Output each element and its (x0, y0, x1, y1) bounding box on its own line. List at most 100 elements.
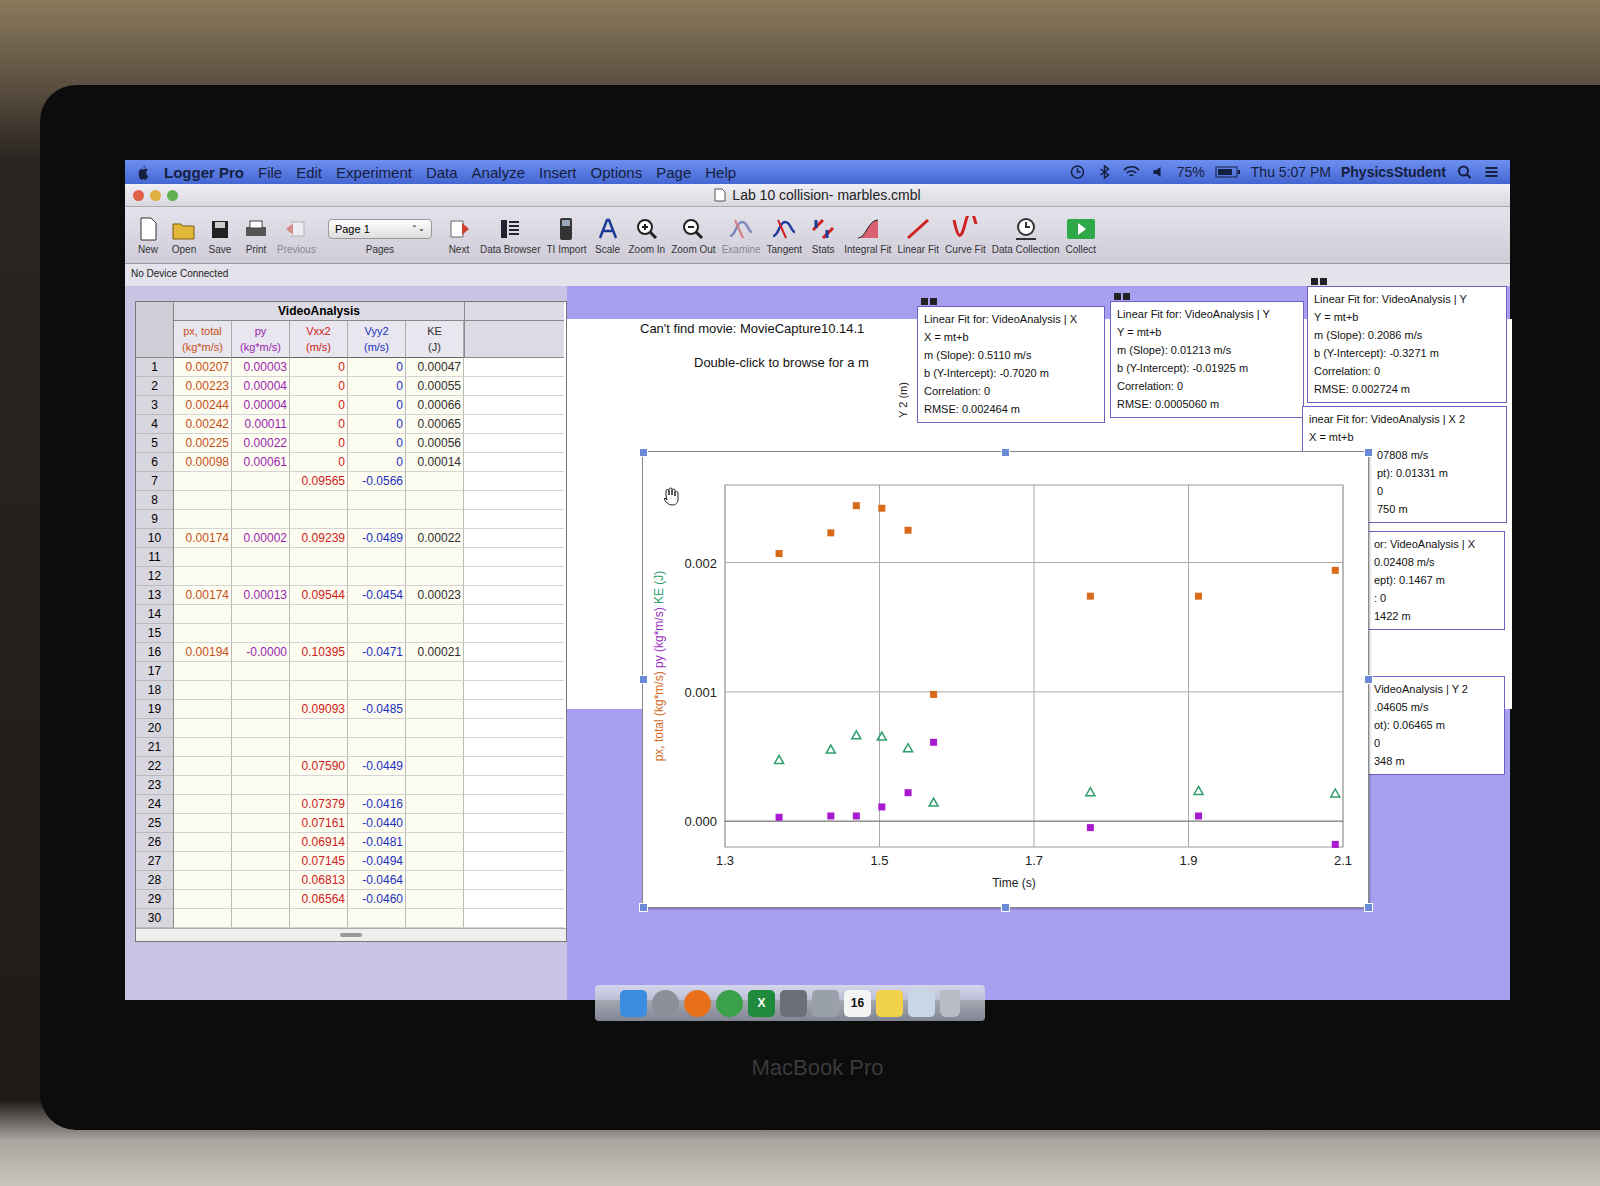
table-cell[interactable] (174, 909, 232, 928)
table-cell[interactable]: -0.0566 (348, 472, 406, 491)
table-cell[interactable] (232, 776, 290, 795)
table-cell[interactable]: 0 (290, 358, 348, 377)
table-cell[interactable]: 0 (348, 415, 406, 434)
clock-icon[interactable] (1069, 164, 1086, 180)
table-cell[interactable]: -0.0471 (348, 643, 406, 662)
resize-handle[interactable] (639, 903, 648, 912)
menu-clock[interactable]: Thu 5:07 PM (1251, 164, 1331, 180)
row-number[interactable]: 7 (136, 472, 174, 491)
row-number[interactable]: 11 (136, 548, 174, 567)
table-cell[interactable]: 0.07590 (290, 757, 348, 776)
list-icon[interactable] (1483, 164, 1500, 180)
menu-item[interactable]: Insert (539, 164, 577, 181)
search-icon[interactable] (1456, 164, 1473, 180)
table-cell[interactable]: 0.00194 (174, 643, 232, 662)
table-cell[interactable] (174, 776, 232, 795)
toolbar-button[interactable]: Open (169, 216, 199, 255)
table-cell[interactable]: 0.00022 (406, 529, 464, 548)
table-cell[interactable] (348, 491, 406, 510)
toolbar-button[interactable]: Page 1⌃⌄Pages (328, 216, 432, 255)
table-cell[interactable] (174, 605, 232, 624)
drag-handle[interactable] (1311, 278, 1327, 285)
hand-icon[interactable] (664, 488, 678, 505)
row-number[interactable]: 17 (136, 662, 174, 681)
page-select[interactable]: Page 1⌃⌄ (328, 219, 432, 239)
toolbar-button[interactable]: Scale (593, 216, 623, 255)
table-cell[interactable] (406, 567, 464, 586)
table-cell[interactable] (232, 548, 290, 567)
data-point[interactable] (776, 550, 783, 557)
app-menu[interactable]: Logger Pro (164, 164, 244, 181)
data-point[interactable] (826, 745, 835, 753)
volume-icon[interactable] (1150, 164, 1167, 180)
table-cell[interactable] (348, 776, 406, 795)
table-cell[interactable] (290, 738, 348, 757)
table-cell[interactable]: 0.00098 (174, 453, 232, 472)
resize-handle[interactable] (1364, 903, 1373, 912)
table-cell[interactable] (406, 776, 464, 795)
table-cell[interactable] (290, 719, 348, 738)
table-cell[interactable] (406, 548, 464, 567)
table-cell[interactable]: -0.0481 (348, 833, 406, 852)
table-cell[interactable] (174, 491, 232, 510)
table-cell[interactable] (348, 681, 406, 700)
table-cell[interactable] (174, 624, 232, 643)
data-point[interactable] (878, 803, 885, 810)
resize-handle[interactable] (639, 448, 648, 457)
table-cell[interactable] (348, 605, 406, 624)
table-cell[interactable] (174, 567, 232, 586)
row-number[interactable]: 6 (136, 453, 174, 472)
table-cell[interactable]: 0.00174 (174, 529, 232, 548)
table-cell[interactable]: -0.0464 (348, 871, 406, 890)
row-number[interactable]: 3 (136, 396, 174, 415)
data-point[interactable] (929, 798, 938, 806)
row-number[interactable]: 9 (136, 510, 174, 529)
resize-handle[interactable] (639, 675, 648, 684)
table-cell[interactable] (406, 852, 464, 871)
square-icon[interactable] (780, 990, 807, 1017)
square-icon[interactable] (908, 990, 935, 1017)
data-point[interactable] (1195, 812, 1202, 819)
apple-icon[interactable] (135, 164, 150, 181)
fit-box[interactable]: Linear Fit for: VideoAnalysis | XX = mt+… (917, 306, 1105, 423)
table-cell[interactable]: 0.07161 (290, 814, 348, 833)
data-point[interactable] (853, 812, 860, 819)
movie-hint[interactable]: Double-click to browse for a m (694, 355, 869, 370)
fit-box[interactable]: or: VideoAnalysis | X0.02408 m/sept): 0.… (1367, 531, 1505, 630)
table-cell[interactable] (232, 757, 290, 776)
toolbar-button[interactable]: Linear Fit (897, 216, 939, 255)
table-cell[interactable] (348, 738, 406, 757)
table-cell[interactable] (290, 491, 348, 510)
row-number[interactable]: 30 (136, 909, 174, 928)
table-cell[interactable]: 0.00021 (406, 643, 464, 662)
data-point[interactable] (930, 691, 937, 698)
table-cell[interactable] (290, 909, 348, 928)
menu-item[interactable]: Edit (296, 164, 322, 181)
table-cell[interactable]: -0.0454 (348, 586, 406, 605)
data-point[interactable] (1331, 789, 1340, 797)
table-cell[interactable]: 0.00002 (232, 529, 290, 548)
toolbar-button[interactable]: Data Browser (480, 216, 541, 255)
table-cell[interactable]: 0 (290, 415, 348, 434)
table-scrollbar[interactable] (136, 928, 566, 941)
table-cell[interactable] (406, 624, 464, 643)
toolbar-button[interactable]: Stats (808, 216, 838, 255)
table-cell[interactable] (232, 814, 290, 833)
data-point[interactable] (1194, 786, 1203, 794)
table-cell[interactable] (174, 719, 232, 738)
close-button[interactable] (133, 190, 144, 201)
table-cell[interactable]: 0.00174 (174, 586, 232, 605)
column-header[interactable]: KE(J) (406, 321, 464, 358)
table-cell[interactable]: 0.00022 (232, 434, 290, 453)
toolbar-button[interactable]: Examine (722, 216, 761, 255)
row-number[interactable]: 26 (136, 833, 174, 852)
table-cell[interactable] (174, 833, 232, 852)
wifi-icon[interactable] (1123, 164, 1140, 180)
toolbar-button[interactable]: Tangent (767, 216, 803, 255)
table-cell[interactable] (232, 605, 290, 624)
row-number[interactable]: 18 (136, 681, 174, 700)
table-cell[interactable] (406, 681, 464, 700)
table-cell[interactable]: -0.0489 (348, 529, 406, 548)
table-cell[interactable]: 0 (348, 377, 406, 396)
column-header[interactable]: Vxx2(m/s) (290, 321, 348, 358)
